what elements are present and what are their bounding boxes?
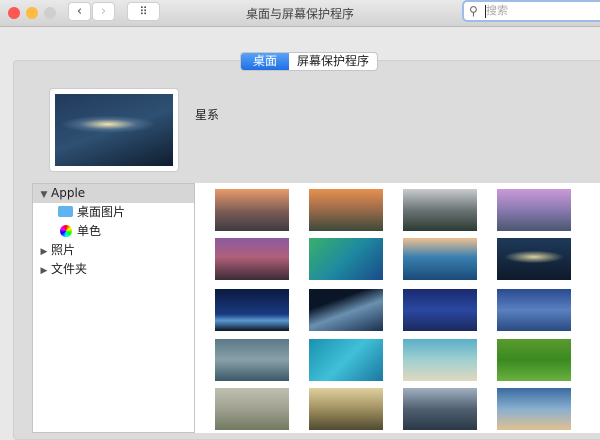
sidebar-item-label: 照片 bbox=[51, 243, 76, 257]
wallpaper-thumbnail[interactable] bbox=[497, 289, 571, 331]
tab-bar: 桌面 屏幕保护程序 bbox=[240, 52, 379, 71]
current-wallpaper-preview bbox=[49, 88, 179, 172]
wallpaper-thumbnail[interactable] bbox=[215, 388, 289, 430]
search-icon: ⚲ bbox=[469, 4, 478, 18]
sidebar-item-label: 单色 bbox=[77, 224, 102, 238]
search-input[interactable]: ⚲ 搜索 bbox=[462, 0, 600, 22]
wallpaper-thumbnail[interactable] bbox=[403, 189, 477, 231]
wallpaper-thumbnail[interactable] bbox=[309, 388, 383, 430]
wallpaper-thumbnail[interactable] bbox=[497, 238, 571, 280]
wallpaper-thumbnail[interactable] bbox=[403, 388, 477, 430]
sidebar-item-label: 文件夹 bbox=[51, 262, 88, 276]
wallpaper-thumbnail[interactable] bbox=[215, 339, 289, 381]
sidebar-item-solid-colors[interactable]: 单色 bbox=[33, 222, 194, 241]
text-caret bbox=[485, 5, 486, 18]
sidebar-item-desktop-pictures[interactable]: 桌面图片 bbox=[33, 203, 194, 222]
wallpaper-thumbnail[interactable] bbox=[309, 289, 383, 331]
galaxy-image bbox=[55, 94, 173, 166]
wallpaper-thumbnail[interactable] bbox=[309, 189, 383, 231]
tab-desktop[interactable]: 桌面 bbox=[241, 53, 289, 70]
sidebar-item-label: Apple bbox=[51, 186, 86, 200]
source-list: ▼ Apple 桌面图片 单色 ▶ 照片 ▶ 文件夹 bbox=[32, 183, 195, 433]
wallpaper-grid bbox=[195, 183, 600, 433]
wallpaper-thumbnail[interactable] bbox=[403, 289, 477, 331]
title-bar: ‹ › ⠿ 桌面与屏幕保护程序 ⚲ 搜索 bbox=[0, 0, 600, 27]
sidebar-item-label: 桌面图片 bbox=[77, 205, 126, 219]
wallpaper-thumbnail[interactable] bbox=[497, 189, 571, 231]
sidebar-item-photos[interactable]: ▶ 照片 bbox=[33, 241, 194, 260]
sidebar-item-folders[interactable]: ▶ 文件夹 bbox=[33, 260, 194, 279]
wallpaper-thumbnail[interactable] bbox=[309, 238, 383, 280]
sidebar-item-apple[interactable]: ▼ Apple bbox=[33, 184, 194, 203]
search-placeholder: 搜索 bbox=[486, 4, 508, 17]
wallpaper-thumbnail[interactable] bbox=[403, 238, 477, 280]
wallpaper-thumbnail[interactable] bbox=[309, 339, 383, 381]
current-wallpaper-name: 星系 bbox=[195, 108, 220, 122]
folder-icon bbox=[58, 206, 73, 217]
wallpaper-thumbnail[interactable] bbox=[215, 289, 289, 331]
wallpaper-thumbnail[interactable] bbox=[403, 339, 477, 381]
wallpaper-thumbnail[interactable] bbox=[497, 339, 571, 381]
tab-screensaver[interactable]: 屏幕保护程序 bbox=[289, 53, 377, 70]
wallpaper-thumbnail[interactable] bbox=[215, 189, 289, 231]
wallpaper-thumbnail[interactable] bbox=[497, 388, 571, 430]
color-wheel-icon bbox=[60, 225, 72, 237]
wallpaper-thumbnail[interactable] bbox=[215, 238, 289, 280]
disclosure-closed-icon[interactable]: ▶ bbox=[37, 262, 51, 281]
